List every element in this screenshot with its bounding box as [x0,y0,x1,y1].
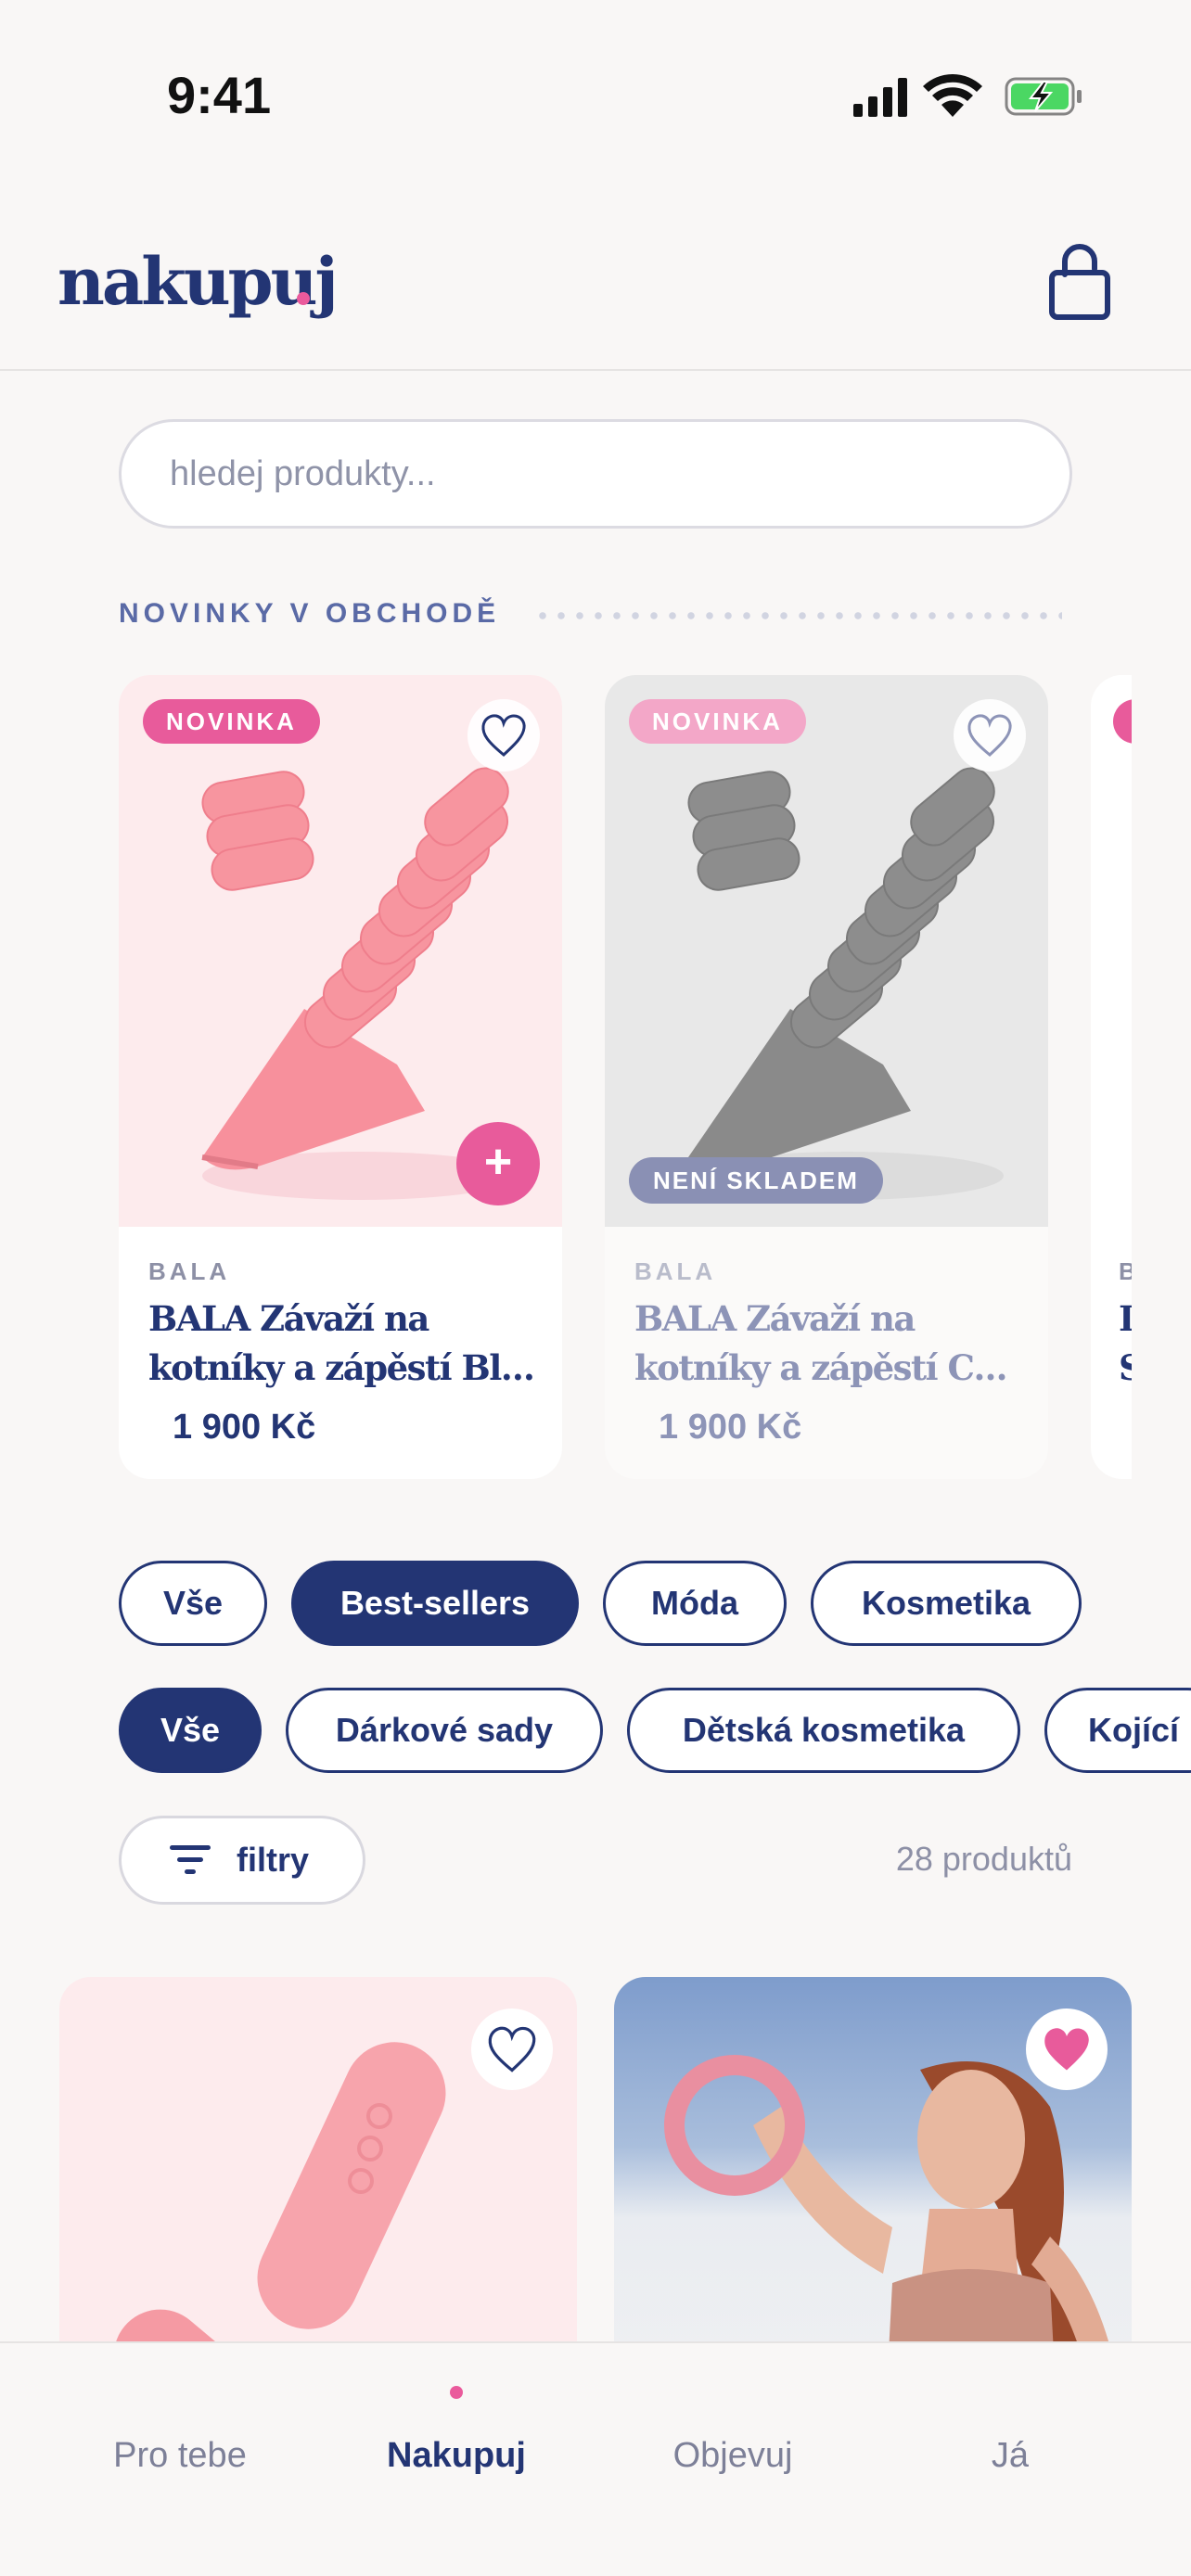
product-card[interactable]: NOVINKA + BALA BALA Závaží na kotníky a … [119,675,562,1479]
signal-icon [853,78,907,117]
product-name[interactable]: BALA Závaží na kotníky a zápěstí Cha... [634,1294,1024,1393]
product-brand: BALA [148,1257,231,1285]
subcategory-chip-nursing[interactable]: Kojící [1044,1688,1191,1773]
filter-icon [170,1845,211,1874]
product-price: 1 900 Kč [659,1408,802,1447]
product-name[interactable]: BALA Závaží na kotníky a zápěstí Blus... [148,1294,538,1393]
filter-label: filtry [237,1841,310,1879]
battery-charging-icon [1005,77,1082,116]
product-name[interactable]: I S [1119,1294,1132,1393]
section-divider [533,612,1062,619]
product-card-partial-clip: B I S [1091,675,1132,1479]
heart-outline-icon [967,714,1012,757]
status-icons [853,74,1082,117]
status-time: 9:41 [167,66,272,124]
product-count: 28 produktů [895,1840,1072,1878]
new-badge: NOVINKA [143,699,320,744]
filter-button[interactable]: filtry [119,1816,365,1905]
header: nakupuj [0,195,1191,371]
tab-objevuj[interactable]: Objevuj [673,2436,793,2476]
status-bar: 9:41 [0,0,1191,195]
favorite-button[interactable] [1026,2009,1108,2090]
subcategory-chip-all[interactable]: Vše [119,1688,262,1773]
category-chip-fashion[interactable]: Móda [603,1561,787,1646]
subcategory-chip-gift-sets[interactable]: Dárkové sady [286,1688,603,1773]
tab-ja[interactable]: Já [992,2436,1029,2476]
tab-pro-tebe[interactable]: Pro tebe [113,2436,247,2476]
section-title: NOVINKY V OBCHODĚ [119,598,501,629]
new-badge: NOVINKA [629,699,806,744]
heart-outline-icon [481,714,526,757]
shopping-bag-icon[interactable] [1048,241,1111,321]
product-brand: B [1119,1257,1132,1285]
heart-outline-icon [488,2026,536,2072]
subcategory-chip-clip: Kojící [1044,1688,1191,1773]
product-card[interactable]: B I S [1091,675,1132,1479]
favorite-button[interactable] [954,699,1026,772]
add-to-cart-button[interactable]: + [456,1122,540,1205]
logo-dot [297,292,310,305]
out-of-stock-badge: NENÍ SKLADEM [629,1157,883,1204]
wifi-icon [923,74,982,117]
favorite-button[interactable] [467,699,540,772]
category-chip-best-sellers[interactable]: Best-sellers [291,1561,579,1646]
category-chip-cosmetics[interactable]: Kosmetika [811,1561,1082,1646]
bottom-tab-bar: Pro tebe Nakupuj Objevuj Já [0,2341,1191,2576]
heart-filled-icon [1044,2028,1089,2071]
active-tab-indicator [450,2386,463,2399]
favorite-button[interactable] [471,2009,553,2090]
subcategory-chip-kids-cosmetics[interactable]: Dětská kosmetika [627,1688,1020,1773]
tab-nakupuj[interactable]: Nakupuj [387,2436,526,2476]
product-image [1091,675,1132,1227]
product-card[interactable]: NOVINKA NENÍ SKLADEM BALA BALA Závaží na… [605,675,1048,1479]
category-chip-all[interactable]: Vše [119,1561,267,1646]
product-price: 1 900 Kč [173,1408,316,1447]
logo[interactable]: nakupuj [58,243,339,320]
search-input[interactable] [119,419,1072,529]
product-brand: BALA [634,1257,717,1285]
